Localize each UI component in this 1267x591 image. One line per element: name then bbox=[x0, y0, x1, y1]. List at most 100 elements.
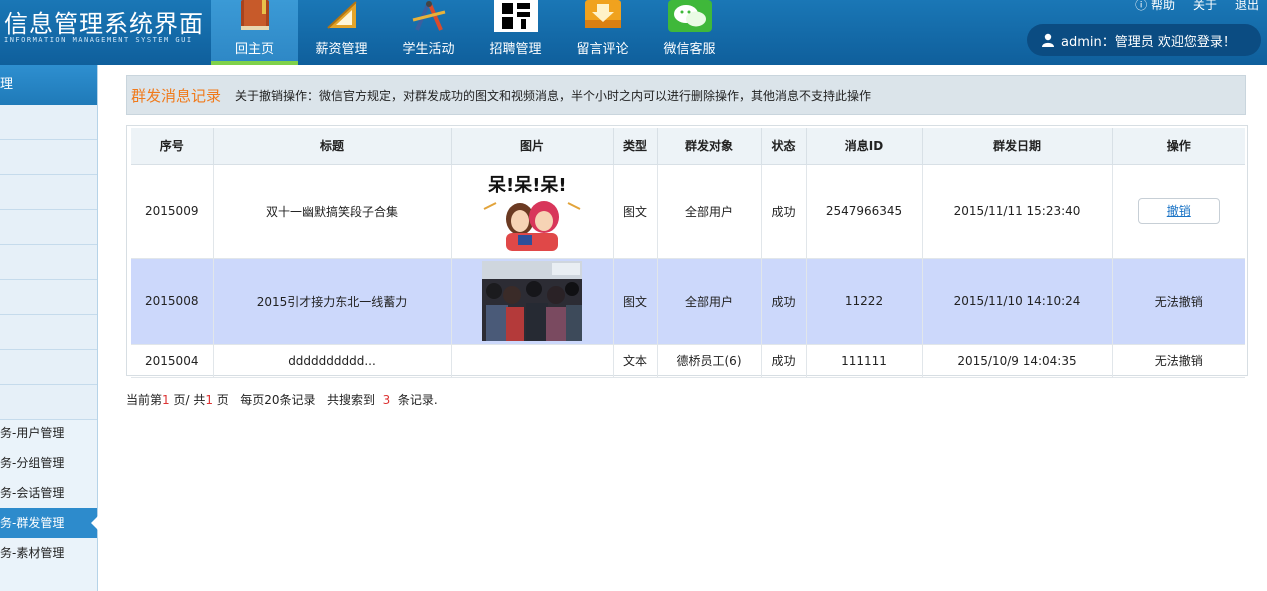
nav-label: 学生活动 bbox=[402, 42, 455, 57]
help-link[interactable]: ⓘ 帮助 bbox=[1135, 0, 1175, 13]
pager-suffix: 条记录. bbox=[390, 393, 438, 407]
download-box-icon bbox=[585, 0, 621, 28]
cell-id: 2015009 bbox=[131, 164, 214, 259]
revoke-note: 关于撤销操作：微信官方规定，对群发成功的图文和视频消息，半个小时之内可以进行删除… bbox=[235, 88, 872, 103]
col-header-id: 序号 bbox=[131, 128, 214, 165]
sidebar-item-group-mgmt[interactable]: 务-分组管理 bbox=[0, 448, 97, 478]
top-links: ⓘ 帮助 关于 退出 bbox=[1135, 0, 1259, 13]
broadcast-table-container: 序号 标题 图片 类型 群发对象 状态 消息ID 群发日期 操作 2015009… bbox=[126, 125, 1248, 378]
sidebar-item[interactable] bbox=[0, 175, 97, 210]
table-header-row: 序号 标题 图片 类型 群发对象 状态 消息ID 群发日期 操作 bbox=[131, 128, 1245, 165]
table-row: 2015008 2015引才接力东北一线蓄力 图文 全部用户 成功 11222 … bbox=[131, 258, 1245, 345]
col-header-status: 状态 bbox=[761, 128, 807, 165]
book-icon bbox=[241, 0, 269, 30]
cell-title: 2015引才接力东北一线蓄力 bbox=[213, 258, 452, 345]
col-header-image: 图片 bbox=[451, 128, 614, 165]
pager-current-page: 1 bbox=[162, 393, 170, 407]
table-row: 2015004 dddddddddd... 文本 德桥员工(6) 成功 1111… bbox=[131, 344, 1245, 378]
sidebar-item[interactable] bbox=[0, 315, 97, 350]
col-header-target: 群发对象 bbox=[657, 128, 762, 165]
recruit-glyph-icon bbox=[494, 0, 538, 32]
cell-status: 成功 bbox=[761, 164, 807, 259]
sidebar-item-broadcast-mgmt[interactable]: 务-群发管理 bbox=[0, 508, 98, 538]
cell-date: 2015/11/10 14:10:24 bbox=[922, 258, 1113, 345]
cell-title: dddddddddd... bbox=[213, 344, 452, 378]
cell-image: 呆!呆!呆! bbox=[451, 164, 614, 259]
page-title: 群发消息记录 bbox=[131, 86, 222, 105]
svg-text:呆!呆!呆!: 呆!呆!呆! bbox=[487, 175, 567, 196]
cell-action: 无法撤销 bbox=[1112, 344, 1245, 378]
cell-type: 文本 bbox=[613, 344, 658, 378]
sidebar-item-material-mgmt[interactable]: 务-素材管理 bbox=[0, 538, 97, 568]
nav-item-recruitment[interactable]: 招聘管理 bbox=[472, 0, 559, 65]
nav-item-messages[interactable]: 留言评论 bbox=[559, 0, 646, 65]
col-header-action: 操作 bbox=[1112, 128, 1245, 165]
sidebar-item[interactable] bbox=[0, 210, 97, 245]
cell-type: 图文 bbox=[613, 258, 658, 345]
table-row: 2015009 双十一幽默搞笑段子合集 呆!呆!呆! 图文 全部用户 成功 25… bbox=[131, 164, 1245, 259]
cell-title: 双十一幽默搞笑段子合集 bbox=[213, 164, 452, 259]
cell-msgid: 2547966345 bbox=[806, 164, 923, 259]
cell-msgid: 111111 bbox=[806, 344, 923, 378]
cell-action: 无法撤销 bbox=[1112, 258, 1245, 345]
ruler-triangle-icon bbox=[327, 1, 357, 29]
wechat-icon bbox=[668, 0, 712, 32]
col-header-msgid: 消息ID bbox=[806, 128, 923, 165]
sidebar-item[interactable] bbox=[0, 385, 97, 420]
broadcast-table: 序号 标题 图片 类型 群发对象 状态 消息ID 群发日期 操作 2015009… bbox=[131, 128, 1245, 378]
drafting-compass-icon bbox=[412, 1, 446, 31]
nav-label: 薪资管理 bbox=[315, 42, 368, 57]
pager-text: 页/ 共 bbox=[169, 393, 206, 407]
sidebar-item[interactable] bbox=[0, 245, 97, 280]
sidebar-item[interactable] bbox=[0, 350, 97, 385]
app-title: 信息管理系统界面 bbox=[4, 10, 204, 38]
cell-target: 全部用户 bbox=[657, 258, 762, 345]
col-header-title: 标题 bbox=[213, 128, 452, 165]
pager-text: 页 每页20条记录 共搜索到 bbox=[212, 393, 383, 407]
cell-msgid: 11222 bbox=[806, 258, 923, 345]
top-header: 信息管理系统界面 INFORMATION MANAGEMENT SYSTEM G… bbox=[0, 0, 1267, 65]
nav-item-student-activity[interactable]: 学生活动 bbox=[385, 0, 472, 65]
nav-item-salary[interactable]: 薪资管理 bbox=[298, 0, 385, 65]
main-nav: 回主页 薪资管理 学生活动 招聘管理 留言评论 微信客服 bbox=[211, 0, 733, 65]
cell-id: 2015004 bbox=[131, 344, 214, 378]
cartoon-couple-image: 呆!呆!呆! bbox=[482, 169, 582, 253]
cell-id: 2015008 bbox=[131, 258, 214, 345]
sidebar-item[interactable] bbox=[0, 105, 97, 140]
col-header-type: 类型 bbox=[613, 128, 658, 165]
cell-type: 图文 bbox=[613, 164, 658, 259]
sidebar-submenu: 务-用户管理 务-分组管理 务-会话管理 务-群发管理 务-素材管理 bbox=[0, 418, 98, 568]
user-greeting-bar: admin：管理员 欢迎您登录！ bbox=[1027, 24, 1261, 56]
pager-prefix: 当前第 bbox=[126, 393, 163, 407]
cell-image bbox=[451, 344, 614, 378]
cell-status: 成功 bbox=[761, 258, 807, 345]
nav-label: 招聘管理 bbox=[489, 42, 542, 57]
cell-status: 成功 bbox=[761, 344, 807, 378]
logout-link[interactable]: 退出 bbox=[1235, 0, 1259, 13]
cell-image bbox=[451, 258, 614, 345]
sidebar-item[interactable] bbox=[0, 140, 97, 175]
crowd-photo-image bbox=[482, 261, 582, 341]
panel-header: 群发消息记录 关于撤销操作：微信官方规定，对群发成功的图文和视频消息，半个小时之… bbox=[126, 75, 1246, 115]
user-greeting-text: admin：管理员 欢迎您登录！ bbox=[1061, 34, 1236, 50]
col-header-date: 群发日期 bbox=[922, 128, 1113, 165]
pager-total-pages: 1 bbox=[205, 393, 213, 407]
revoke-button[interactable]: 撤销 bbox=[1137, 198, 1220, 224]
user-icon bbox=[1042, 33, 1054, 47]
sidebar-header: 理 bbox=[0, 65, 97, 105]
pagination-info: 当前第1 页/ 共1 页 每页20条记录 共搜索到 3 条记录. bbox=[126, 391, 438, 408]
cell-target: 德桥员工(6) bbox=[657, 344, 762, 378]
sidebar-item-user-mgmt[interactable]: 务-用户管理 bbox=[0, 418, 97, 448]
about-link[interactable]: 关于 bbox=[1193, 0, 1217, 13]
cell-date: 2015/11/11 15:23:40 bbox=[922, 164, 1113, 259]
sidebar-item-session-mgmt[interactable]: 务-会话管理 bbox=[0, 478, 97, 508]
nav-label: 留言评论 bbox=[576, 42, 629, 57]
sidebar-item[interactable] bbox=[0, 280, 97, 315]
cell-action: 撤销 bbox=[1112, 164, 1245, 259]
app-subtitle: INFORMATION MANAGEMENT SYSTEM GUI bbox=[4, 36, 193, 44]
sidebar: 理 务-用户管理 务-分组管理 务-会话管理 务-群发管理 务-素材管理 bbox=[0, 65, 98, 591]
nav-label: 回主页 bbox=[234, 42, 274, 57]
nav-item-home[interactable]: 回主页 bbox=[211, 0, 298, 65]
nav-item-wechat-service[interactable]: 微信客服 bbox=[646, 0, 733, 65]
cell-target: 全部用户 bbox=[657, 164, 762, 259]
